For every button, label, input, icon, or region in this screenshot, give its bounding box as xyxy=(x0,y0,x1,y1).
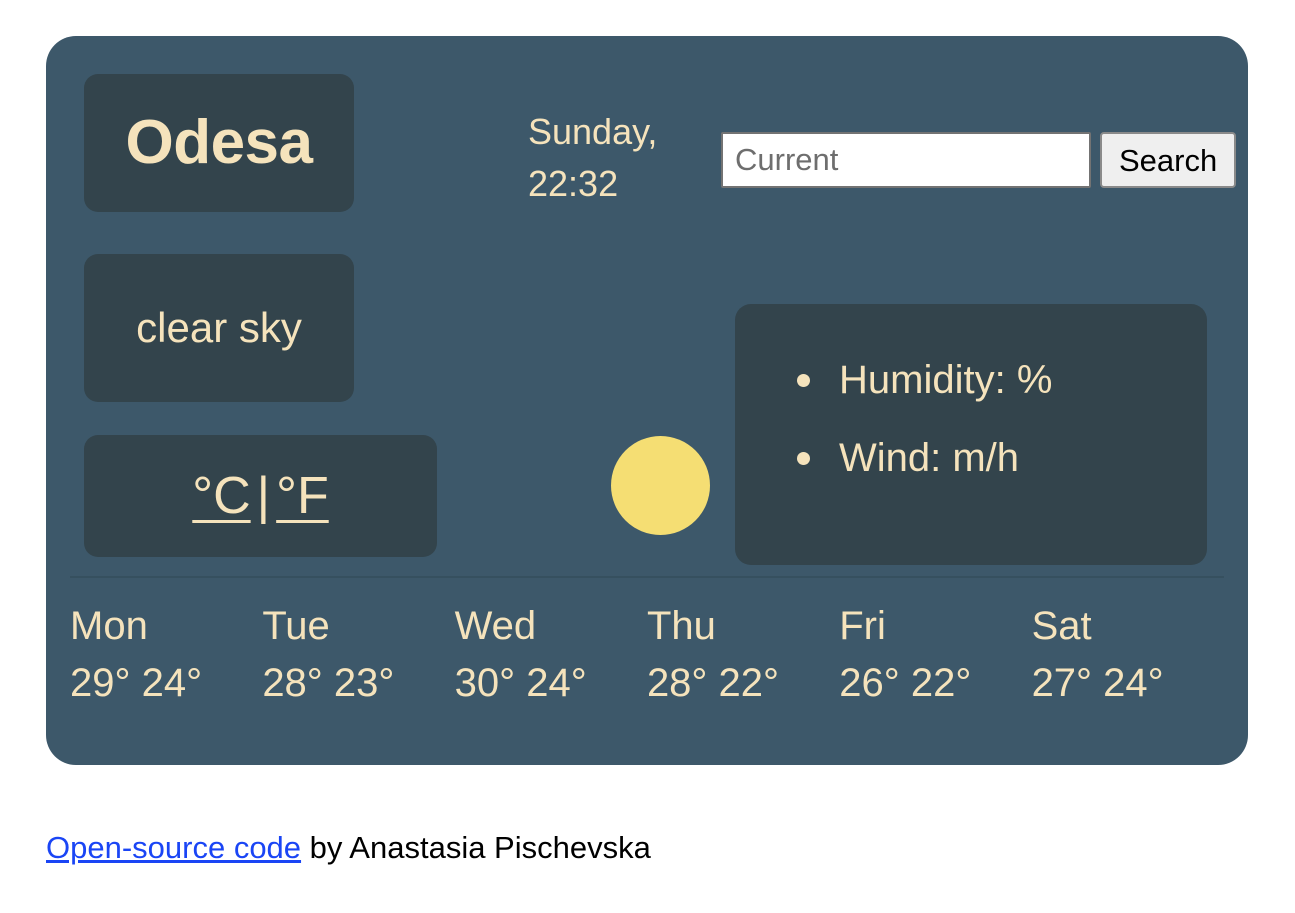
open-source-link[interactable]: Open-source code xyxy=(46,830,301,865)
sun-icon xyxy=(611,436,710,535)
current-conditions-section: clear sky °C | °F Humidity: % Wind: m/h xyxy=(84,254,1210,565)
forecast-day-tue: Tue 28° 23° xyxy=(262,606,454,703)
forecast-day-temps: 26° 22° xyxy=(839,661,972,705)
search-form: Search xyxy=(721,132,1237,188)
forecast-day-temps: 29° 24° xyxy=(70,661,203,705)
forecast-day-label: Thu xyxy=(646,604,716,648)
city-name: Odesa xyxy=(125,108,313,177)
condition-card: clear sky xyxy=(84,254,354,402)
forecast-day-wed: Wed 30° 24° xyxy=(455,606,647,703)
search-button[interactable]: Search xyxy=(1100,132,1237,188)
forecast-day-label: Wed xyxy=(454,604,537,648)
forecast-day-fri: Fri 26° 22° xyxy=(839,606,1031,703)
weather-panel: Odesa Sunday, 22:32 Search clear sky °C … xyxy=(46,36,1248,765)
forecast-day-label: Mon xyxy=(70,604,148,648)
search-input[interactable] xyxy=(721,132,1091,188)
current-datetime: Sunday, 22:32 xyxy=(528,106,693,210)
forecast-day-label: Sat xyxy=(1031,604,1092,648)
wind-item: Wind: m/h xyxy=(797,438,1207,478)
weather-app-page: Odesa Sunday, 22:32 Search clear sky °C … xyxy=(0,0,1295,913)
forecast-day-temps: 27° 24° xyxy=(1031,661,1164,705)
author-credit: by Anastasia Pischevska xyxy=(301,830,651,865)
units-toggle: °C | °F xyxy=(192,470,328,522)
forecast-row: Mon 29° 24° Tue 28° 23° Wed 30° 24° Thu … xyxy=(70,606,1224,703)
forecast-day-temps: 30° 24° xyxy=(454,661,587,705)
forecast-day-label: Tue xyxy=(262,604,330,648)
forecast-day-sat: Sat 27° 24° xyxy=(1032,606,1224,703)
celsius-link[interactable]: °C xyxy=(192,470,250,522)
panel-header: Odesa Sunday, 22:32 Search xyxy=(84,74,1238,249)
forecast-day-thu: Thu 28° 22° xyxy=(647,606,839,703)
current-time: 22:32 xyxy=(528,163,619,205)
forecast-day-mon: Mon 29° 24° xyxy=(70,606,262,703)
current-day: Sunday, xyxy=(528,111,658,152)
units-toggle-card: °C | °F xyxy=(84,435,437,557)
forecast-divider xyxy=(70,576,1224,578)
forecast-day-temps: 28° 23° xyxy=(262,661,395,705)
fahrenheit-link[interactable]: °F xyxy=(276,470,329,522)
forecast-day-label: Fri xyxy=(839,604,886,648)
weather-details-list: Humidity: % Wind: m/h xyxy=(735,304,1207,478)
footer-credit: Open-source code by Anastasia Pischevska xyxy=(46,832,651,863)
city-card: Odesa xyxy=(84,74,354,212)
condition-description: clear sky xyxy=(136,304,302,351)
humidity-item: Humidity: % xyxy=(797,360,1207,400)
units-separator: | xyxy=(256,467,271,525)
forecast-day-temps: 28° 22° xyxy=(646,661,780,705)
weather-details-card: Humidity: % Wind: m/h xyxy=(735,304,1207,565)
